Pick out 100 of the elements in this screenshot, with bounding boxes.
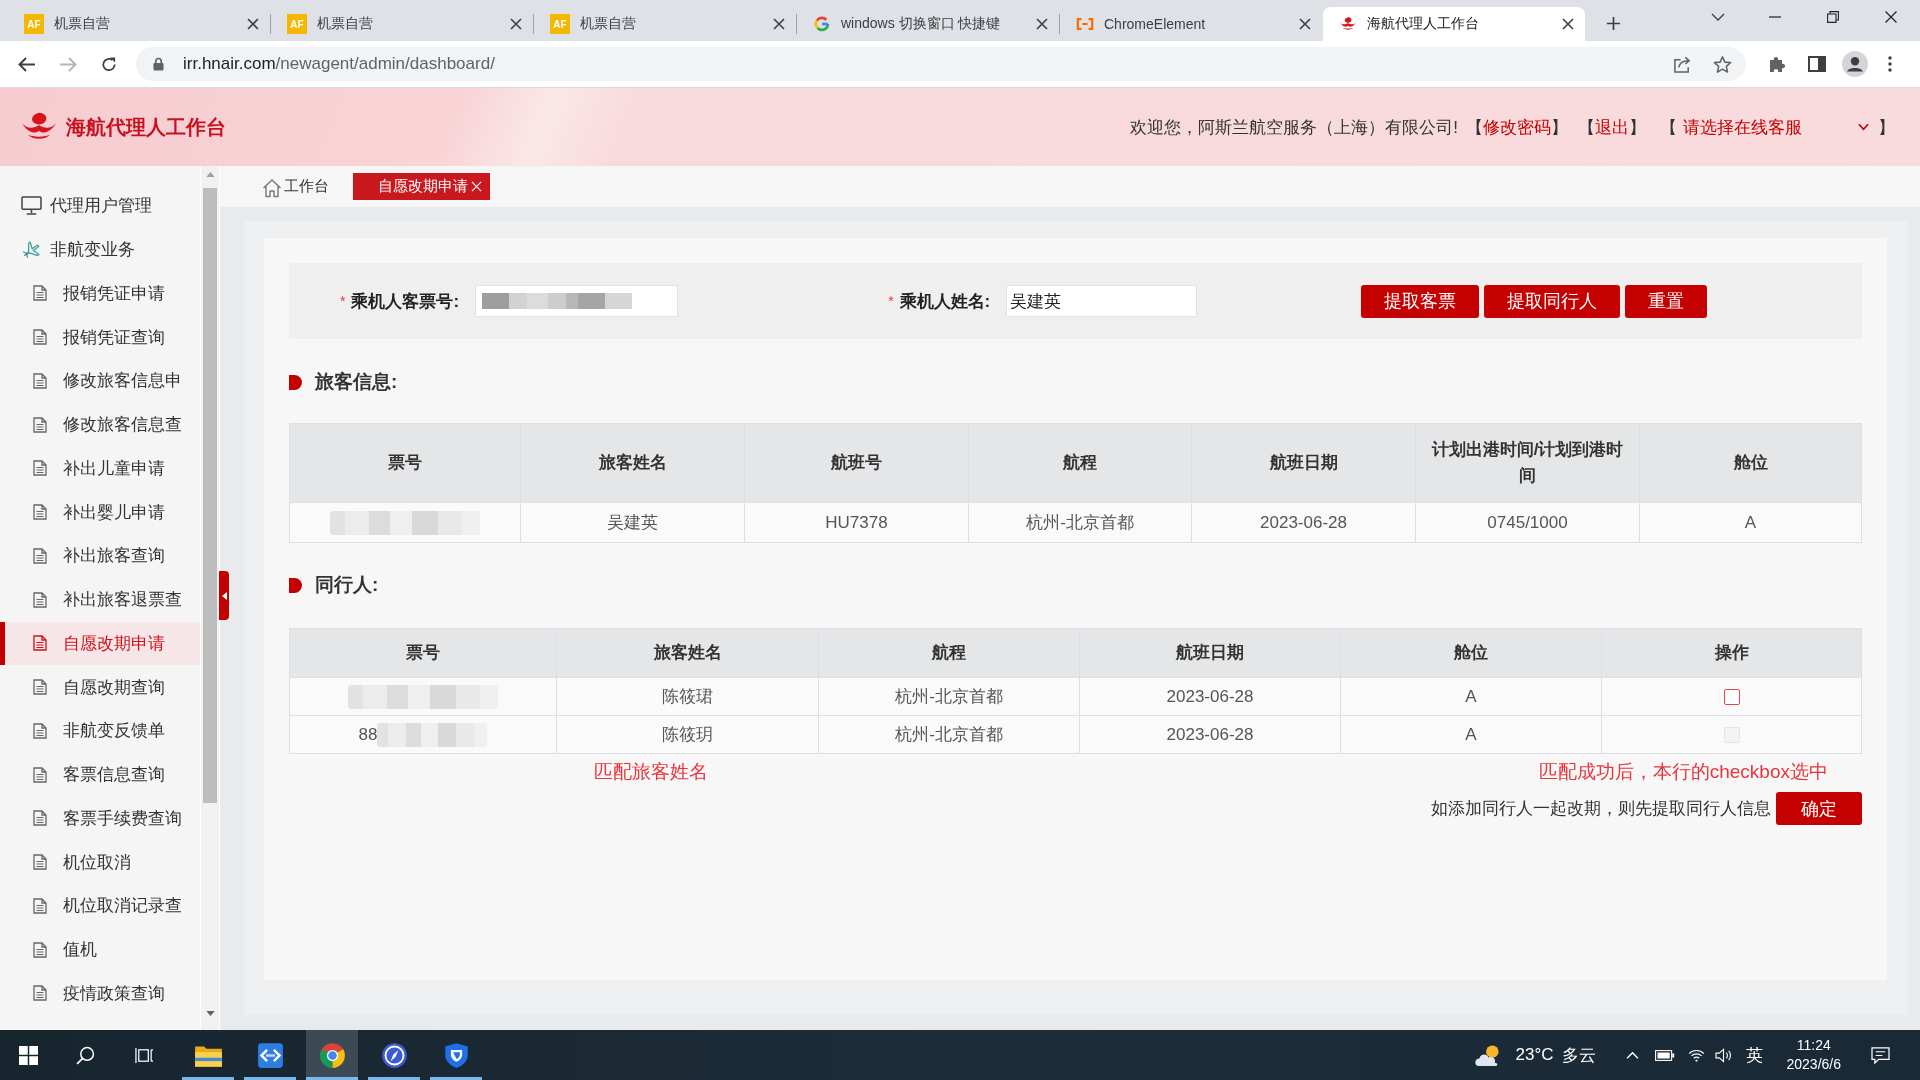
document-icon <box>33 985 47 1002</box>
restore-icon[interactable] <box>1827 11 1839 23</box>
page-tab[interactable]: 工作台 <box>262 173 329 200</box>
sidebar-item[interactable]: 非航变业务 <box>0 227 200 272</box>
sidebar-item[interactable]: 值机 <box>0 927 200 972</box>
close-icon[interactable] <box>510 18 522 30</box>
section-title: 旅客信息: <box>315 370 398 394</box>
document-icon <box>33 941 47 958</box>
sidebar-item[interactable]: 补出婴儿申请 <box>0 490 200 534</box>
column-header: 航程 <box>968 423 1192 503</box>
checkbox[interactable] <box>1723 689 1740 705</box>
sidebar-item[interactable]: 疫情政策查询 <box>0 971 200 1016</box>
share-icon[interactable] <box>1673 54 1692 74</box>
input-field[interactable] <box>475 285 679 317</box>
sidebar-item[interactable]: 修改旅客信息查 <box>0 402 200 447</box>
close-icon[interactable] <box>1299 18 1311 30</box>
sidebar-item[interactable]: 代理用户管理 <box>0 184 200 228</box>
sidebar-item[interactable]: 报销凭证申请 <box>0 271 200 316</box>
sidebar-item[interactable]: 客票信息查询 <box>0 752 200 797</box>
document-icon <box>33 504 47 521</box>
sidebar-item[interactable]: 客票手续费查询 <box>0 796 200 841</box>
column-header: 航程 <box>818 628 1080 678</box>
notification-icon[interactable] <box>1871 1046 1890 1064</box>
table-cell: 0745/1000 <box>1415 502 1640 543</box>
reload-icon[interactable] <box>100 55 118 73</box>
battery-icon[interactable] <box>1654 1049 1675 1061</box>
search-icon[interactable] <box>76 1045 95 1065</box>
column-header: 计划出港时间/计划到港时间 <box>1415 423 1640 503</box>
page-tab[interactable]: 自愿改期申请 <box>353 173 490 200</box>
ticket-number: 88 <box>358 724 378 744</box>
browser-tab[interactable]: AF 机票自营 <box>8 7 270 41</box>
table-cell: 2023-06-28 <box>1079 715 1341 754</box>
puzzle-icon[interactable] <box>1768 55 1786 73</box>
close-icon[interactable] <box>1562 18 1574 30</box>
sidebar-item[interactable]: 补出旅客退票查 <box>0 577 200 622</box>
chevron-down-icon[interactable] <box>1711 13 1725 21</box>
browser-tab[interactable]: 海航代理人工作台 <box>1323 7 1585 41</box>
sidebar-item[interactable]: 自愿改期查询 <box>0 665 200 709</box>
sidebar-item[interactable]: 自愿改期申请 <box>0 621 200 666</box>
column-header: 旅客姓名 <box>520 423 745 503</box>
browser-tab[interactable]: AF 机票自营 <box>534 7 796 41</box>
document-icon <box>33 766 47 783</box>
input-method-indicator[interactable]: 英 <box>1745 1043 1763 1067</box>
sidebar-item[interactable]: 机位取消记录查 <box>0 884 200 928</box>
clock-date: 2023/6/6 <box>1786 1055 1841 1074</box>
back-arrow-icon[interactable] <box>18 55 36 73</box>
avatar-icon[interactable] <box>1842 51 1868 77</box>
sidebar-item[interactable]: 机位取消 <box>0 840 200 884</box>
scrollbar-thumb[interactable] <box>203 188 217 803</box>
table-cell: 吴建英 <box>520 502 745 543</box>
close-icon[interactable] <box>1885 11 1897 23</box>
confirm-button[interactable]: 确定 <box>1776 792 1862 825</box>
section-marker-icon <box>289 577 302 593</box>
document-icon <box>33 329 47 346</box>
address-field[interactable]: irr.hnair.com/newagent/admin/dashboard/ <box>136 47 1746 81</box>
site-title: 海航代理人工作台 <box>66 114 226 140</box>
document-icon <box>33 722 47 739</box>
action-button[interactable]: 提取同行人 <box>1484 284 1621 318</box>
sidebar-item[interactable]: 报销凭证查询 <box>0 315 200 359</box>
lock-icon <box>153 57 164 71</box>
speaker-icon[interactable] <box>1714 1047 1732 1063</box>
sidebar-item[interactable]: 非航变反馈单 <box>0 709 200 753</box>
table-cell: A <box>1639 502 1862 543</box>
document-icon <box>33 547 47 564</box>
side-panel-icon[interactable] <box>1808 55 1826 73</box>
section-marker-icon <box>289 374 302 390</box>
action-button[interactable]: 重置 <box>1625 284 1708 318</box>
table-cell: 2023-06-28 <box>1191 502 1416 543</box>
sidebar-item[interactable]: 修改旅客信息申 <box>0 359 200 403</box>
more-icon[interactable] <box>1888 56 1892 72</box>
service-select[interactable]: 【 请选择在线客服 】 <box>1660 115 1895 139</box>
close-icon[interactable] <box>247 18 259 30</box>
collapse-handle[interactable] <box>219 571 229 620</box>
input-field[interactable]: 吴建英 <box>1006 285 1198 317</box>
wifi-icon[interactable] <box>1687 1048 1705 1062</box>
close-icon[interactable] <box>773 18 785 30</box>
document-icon <box>33 854 47 871</box>
plus-icon[interactable] <box>1606 16 1621 31</box>
column-header: 操作 <box>1601 628 1862 678</box>
browser-tab[interactable]: windows 切换窗口 快捷键 <box>797 7 1059 41</box>
table-cell: 陈筱珺 <box>556 677 819 716</box>
windows-logo-icon[interactable] <box>18 1045 38 1065</box>
emblem-icon <box>1339 15 1357 33</box>
sidebar-item[interactable]: 补出儿童申请 <box>0 446 200 491</box>
annotation-text: 匹配旅客姓名 <box>594 760 708 784</box>
task-view-icon[interactable] <box>135 1045 154 1065</box>
document-icon <box>33 810 47 827</box>
table-cell: 杭州-北京首都 <box>818 677 1080 716</box>
star-icon[interactable] <box>1713 54 1732 74</box>
document-icon <box>33 897 47 914</box>
header-link[interactable]: 【退出】 <box>1578 115 1646 139</box>
scrollbar[interactable] <box>201 166 219 1030</box>
header-link[interactable]: 【修改密码】 <box>1466 115 1568 139</box>
caret-up-icon[interactable] <box>1625 1051 1639 1059</box>
sidebar-item[interactable]: 补出旅客查询 <box>0 534 200 578</box>
action-button[interactable]: 提取客票 <box>1361 284 1480 318</box>
close-icon[interactable] <box>1036 18 1048 30</box>
scroll-down-icon[interactable] <box>205 1011 215 1016</box>
browser-tab[interactable]: ChromeElement <box>1060 7 1322 41</box>
browser-tab[interactable]: AF 机票自营 <box>271 7 533 41</box>
